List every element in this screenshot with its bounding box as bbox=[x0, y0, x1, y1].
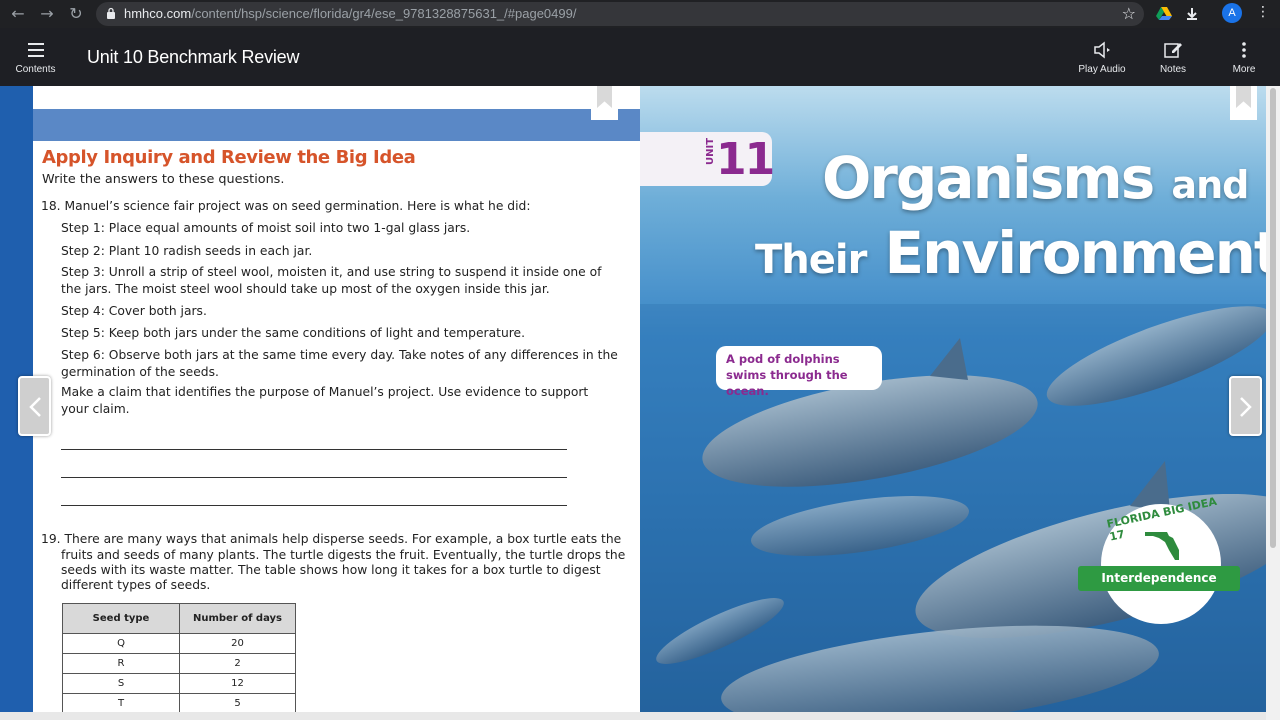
table-row: R2 bbox=[62, 653, 296, 674]
answer-line[interactable] bbox=[61, 449, 567, 450]
seed-type-cell: R bbox=[62, 653, 180, 674]
address-bar[interactable]: hmhco.com/content/hsp/science/florida/gr… bbox=[96, 2, 1144, 26]
more-button[interactable]: More bbox=[1222, 28, 1266, 86]
seed-type-cell: T bbox=[62, 693, 180, 712]
contents-button[interactable]: Contents bbox=[8, 28, 63, 86]
q18-prompt-b: your claim. bbox=[61, 402, 130, 416]
q19-line2: fruits and seeds of many plants. The tur… bbox=[61, 548, 626, 562]
horizontal-scrollbar[interactable] bbox=[0, 712, 1266, 720]
page-left: Apply Inquiry and Review the Big Idea Wr… bbox=[33, 86, 640, 712]
bookmark-icon[interactable] bbox=[1230, 86, 1257, 120]
contents-label: Contents bbox=[15, 64, 56, 75]
seed-type-cell: Q bbox=[62, 633, 180, 654]
vertical-scrollbar[interactable] bbox=[1266, 86, 1280, 720]
browser-toolbar: ← → ↻ hmhco.com/content/hsp/science/flor… bbox=[0, 0, 1280, 28]
chevron-right-icon bbox=[1240, 397, 1252, 417]
florida-map-icon bbox=[1145, 532, 1179, 560]
days-cell: 12 bbox=[179, 673, 296, 694]
seed-type-cell: S bbox=[62, 673, 180, 694]
table-header: Seed type bbox=[62, 603, 180, 634]
photo-caption: A pod of dolphins swims through the ocea… bbox=[716, 346, 882, 398]
hamburger-menu-icon bbox=[27, 43, 44, 57]
q18-step3b: the jars. The moist steel wool should ta… bbox=[61, 282, 550, 296]
q19-line3: seeds with its waste matter. The table s… bbox=[61, 563, 601, 577]
next-page-button[interactable] bbox=[1229, 376, 1262, 436]
table-row: Q 20 bbox=[62, 633, 296, 654]
previous-page-button[interactable] bbox=[18, 376, 51, 436]
forward-icon[interactable]: → bbox=[37, 4, 57, 24]
answer-line[interactable] bbox=[61, 505, 567, 506]
browser-menu-icon[interactable]: ⋮ bbox=[1256, 4, 1270, 20]
book-viewer: Apply Inquiry and Review the Big Idea Wr… bbox=[0, 86, 1280, 720]
instructions: Write the answers to these questions. bbox=[42, 172, 285, 187]
unit-number: 11 bbox=[716, 134, 775, 185]
q19-line4: different types of seeds. bbox=[61, 578, 211, 592]
profile-avatar[interactable]: A bbox=[1222, 3, 1242, 23]
section-title: Apply Inquiry and Review the Big Idea bbox=[42, 147, 416, 168]
q18-step4: Step 4: Cover both jars. bbox=[61, 304, 207, 318]
more-label: More bbox=[1232, 64, 1256, 75]
bookmark-icon[interactable] bbox=[591, 86, 618, 120]
lock-icon bbox=[107, 7, 115, 19]
reload-icon[interactable]: ↻ bbox=[66, 4, 86, 24]
header-band bbox=[33, 109, 640, 141]
book-title: Unit 10 Benchmark Review bbox=[87, 47, 300, 67]
days-cell: 20 bbox=[179, 633, 296, 654]
q18-step5: Step 5: Keep both jars under the same co… bbox=[61, 326, 526, 340]
q18-prompt-a: Make a claim that identifies the purpose… bbox=[61, 385, 589, 399]
table-row: T5 bbox=[62, 693, 296, 712]
q18-step3a: Step 3: Unroll a strip of steel wool, mo… bbox=[61, 265, 602, 279]
cover-title-line2: Their Environment bbox=[755, 219, 1266, 287]
q18-step2: Step 2: Plant 10 radish seeds in each ja… bbox=[61, 244, 313, 258]
more-vertical-icon bbox=[1242, 42, 1246, 58]
answer-line[interactable] bbox=[61, 477, 567, 478]
days-cell: 2 bbox=[179, 653, 296, 674]
speaker-icon bbox=[1094, 41, 1110, 59]
bookmark-star-icon[interactable]: ☆ bbox=[1122, 4, 1136, 23]
play-audio-button[interactable]: Play Audio bbox=[1072, 28, 1132, 86]
scrollbar-thumb[interactable] bbox=[1270, 88, 1276, 548]
unit-label: UNIT bbox=[705, 137, 717, 166]
chevron-left-icon bbox=[29, 397, 41, 417]
table-header: Number of days bbox=[179, 603, 296, 634]
table-row: S 12 bbox=[62, 673, 296, 694]
q18-intro: 18. Manuel’s science fair project was on… bbox=[41, 199, 531, 213]
url-text: hmhco.com/content/hsp/science/florida/gr… bbox=[124, 6, 577, 21]
download-icon[interactable] bbox=[1182, 4, 1202, 24]
page-right: UNIT 11 Organisms and Their Environment … bbox=[640, 86, 1266, 712]
days-cell: 5 bbox=[179, 693, 296, 712]
q18-step6b: germination of the seeds. bbox=[61, 365, 219, 379]
back-icon[interactable]: ← bbox=[8, 4, 28, 24]
notes-button[interactable]: Notes bbox=[1150, 28, 1196, 86]
notes-label: Notes bbox=[1159, 64, 1187, 75]
cover-title-line1: Organisms and bbox=[822, 144, 1249, 212]
notes-icon bbox=[1164, 43, 1182, 58]
google-drive-icon[interactable] bbox=[1154, 4, 1174, 24]
q18-step1: Step 1: Place equal amounts of moist soi… bbox=[61, 221, 471, 235]
seed-digestion-table: Seed type Number of days Q 20 R2 S 12 T5 bbox=[62, 603, 296, 712]
q18-step6a: Step 6: Observe both jars at the same ti… bbox=[61, 348, 618, 362]
badge-label: Interdependence bbox=[1078, 566, 1240, 591]
play-audio-label: Play Audio bbox=[1078, 64, 1126, 75]
q19-line1: 19. There are many ways that animals hel… bbox=[41, 532, 622, 546]
